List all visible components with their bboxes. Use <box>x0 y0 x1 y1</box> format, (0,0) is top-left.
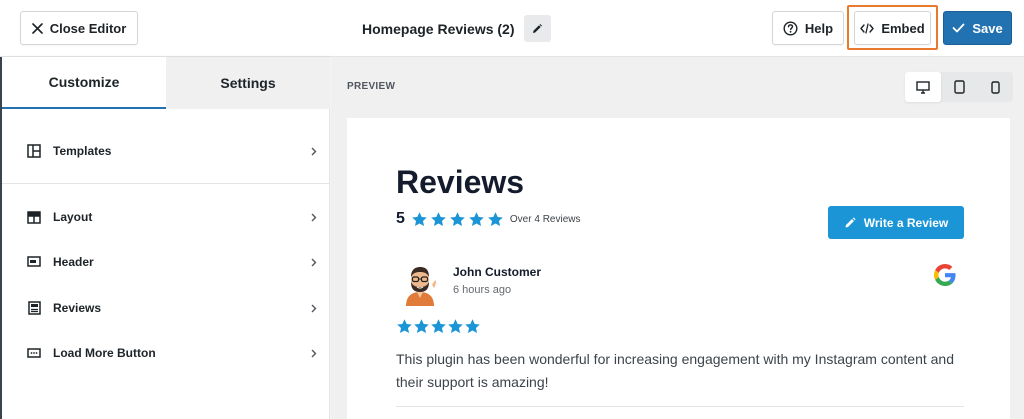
embed-button[interactable]: Embed <box>854 11 931 45</box>
close-editor-button[interactable]: Close Editor <box>20 11 138 45</box>
pencil-icon <box>531 23 543 35</box>
desktop-view-button[interactable] <box>905 72 941 102</box>
sidebar-item-label: Load More Button <box>53 346 156 360</box>
avatar <box>400 264 440 306</box>
edit-title-button[interactable] <box>523 15 551 42</box>
rating-value: 5 <box>396 210 405 227</box>
chevron-right-icon <box>308 255 320 269</box>
write-review-button[interactable]: Write a Review <box>828 206 964 239</box>
preview-panel: PREVIEW Reviews 5 Over 4 Reviews Write a… <box>331 57 1024 419</box>
chevron-right-icon <box>308 144 320 158</box>
desktop-icon <box>916 80 930 94</box>
tablet-icon <box>953 80 965 94</box>
pencil-icon <box>844 216 856 229</box>
sidebar-item-label: Reviews <box>53 301 102 315</box>
tablet-view-button[interactable] <box>941 72 977 102</box>
star-icon <box>396 318 413 335</box>
review-author: John Customer <box>453 265 542 279</box>
chevron-right-icon <box>308 301 320 315</box>
header-icon <box>26 254 42 270</box>
sidebar-item-layout[interactable]: Layout <box>2 197 330 237</box>
star-icon <box>413 318 430 335</box>
save-label: Save <box>972 20 1003 36</box>
tab-customize-label: Customize <box>48 74 120 90</box>
sidebar-divider <box>2 183 330 184</box>
tab-settings-label: Settings <box>220 75 276 91</box>
help-icon <box>783 20 798 36</box>
close-editor-label: Close Editor <box>49 20 127 36</box>
tab-settings[interactable]: Settings <box>166 57 330 109</box>
sidebar-item-templates[interactable]: Templates <box>2 131 330 171</box>
chevron-right-icon <box>308 346 320 360</box>
review-time: 6 hours ago <box>453 284 512 296</box>
feed-preview-canvas: Reviews 5 Over 4 Reviews Write a Review <box>347 118 1010 419</box>
star-icon <box>464 318 481 335</box>
star-icon <box>411 211 428 228</box>
star-icon <box>447 318 464 335</box>
rating-summary: 5 Over 4 Reviews <box>396 210 580 228</box>
sidebar-item-label: Layout <box>53 210 93 224</box>
embed-label: Embed <box>881 20 925 36</box>
chevron-right-icon <box>308 210 320 224</box>
review-stars <box>396 318 481 335</box>
sidebar-item-reviews[interactable]: Reviews <box>2 288 330 328</box>
feed-title-group: Homepage Reviews (2) <box>362 14 551 43</box>
help-label: Help <box>804 20 834 36</box>
sidebar-item-label: Templates <box>53 144 112 158</box>
checkmark-icon <box>952 23 965 33</box>
tab-customize[interactable]: Customize <box>2 57 166 109</box>
sidebar-item-header[interactable]: Header <box>2 242 330 282</box>
help-button[interactable]: Help <box>772 11 844 45</box>
sidebar-item-label: Header <box>53 255 94 269</box>
star-icon <box>449 211 466 228</box>
close-icon <box>31 22 43 34</box>
editor-toolbar: Close Editor Homepage Reviews (2) Help E… <box>0 0 1024 57</box>
feed-title: Homepage Reviews (2) <box>362 20 515 37</box>
reviews-heading: Reviews <box>396 164 525 200</box>
preview-label: PREVIEW <box>347 81 396 92</box>
google-icon <box>934 264 956 286</box>
star-icon <box>468 211 485 228</box>
customizer-sidebar: Customize Settings Templates Layout Head… <box>2 57 330 419</box>
mobile-icon <box>990 80 1000 94</box>
templates-icon <box>26 143 42 159</box>
review-count: Over 4 Reviews <box>509 213 581 225</box>
save-button[interactable]: Save <box>943 11 1012 45</box>
star-icon <box>430 211 447 228</box>
review-text: This plugin has been wonderful for incre… <box>396 351 954 390</box>
sidebar-tabs: Customize Settings <box>2 57 330 109</box>
sidebar-item-load-more-button[interactable]: Load More Button <box>2 333 330 373</box>
reviews-icon <box>26 300 42 316</box>
device-switcher <box>905 72 1013 102</box>
code-icon <box>860 22 875 34</box>
layout-icon <box>26 209 42 225</box>
load-more-icon <box>26 345 42 361</box>
review-divider <box>396 406 964 407</box>
write-review-label: Write a Review <box>863 215 949 230</box>
star-icon <box>487 211 504 228</box>
mobile-view-button[interactable] <box>977 72 1013 102</box>
rating-stars <box>411 211 504 228</box>
star-icon <box>430 318 447 335</box>
